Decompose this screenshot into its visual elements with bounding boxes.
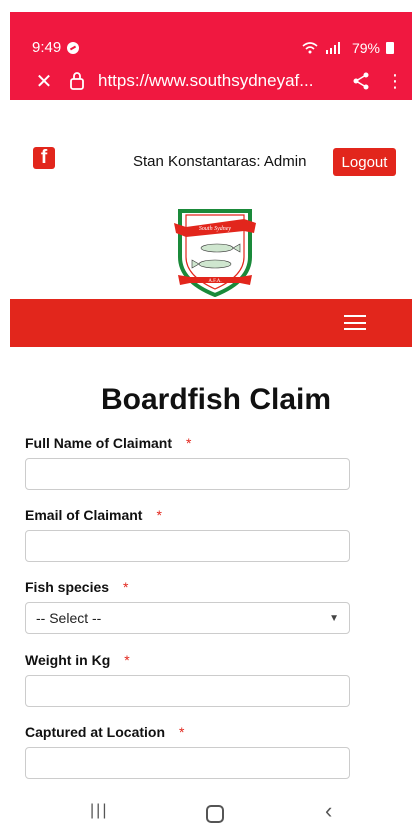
weight-input[interactable] xyxy=(25,675,350,707)
location-label: Captured at Location * xyxy=(25,724,184,740)
full-name-label: Full Name of Claimant * xyxy=(25,435,191,451)
email-label: Email of Claimant * xyxy=(25,507,162,523)
battery-percent: 79% xyxy=(351,40,380,56)
location-input[interactable] xyxy=(25,747,350,779)
chevron-down-icon: ▼ xyxy=(329,612,339,624)
logo-text-bottom: A.F.A. xyxy=(208,279,221,284)
fish-species-selected-value: -- Select -- xyxy=(36,610,102,626)
fish-species-label: Fish species * xyxy=(25,579,129,595)
email-label-text: Email of Claimant xyxy=(25,507,143,523)
required-marker: * xyxy=(179,724,185,740)
more-options-icon[interactable]: ⋮ xyxy=(386,71,404,92)
logout-button[interactable]: Logout xyxy=(333,148,396,176)
required-marker: * xyxy=(123,579,129,595)
home-icon[interactable] xyxy=(206,805,224,823)
full-name-input[interactable] xyxy=(25,458,350,490)
logo-text-top: South Sydney xyxy=(199,226,231,232)
close-icon[interactable]: ✕ xyxy=(34,69,54,94)
required-marker: * xyxy=(156,507,162,523)
fish-species-label-text: Fish species xyxy=(25,579,110,595)
required-marker: * xyxy=(186,435,192,451)
fish-species-select[interactable]: -- Select -- ▼ xyxy=(25,602,350,634)
email-input[interactable] xyxy=(25,530,350,562)
messenger-icon xyxy=(67,41,80,54)
signal-icon xyxy=(325,42,340,54)
facebook-icon[interactable]: f xyxy=(33,147,55,169)
lock-icon[interactable] xyxy=(68,72,86,90)
status-bar: 9:49 79% xyxy=(10,12,412,62)
hamburger-menu-icon[interactable] xyxy=(344,315,366,330)
android-nav-bar: ||| ‹ xyxy=(0,796,412,832)
weight-label: Weight in Kg * xyxy=(25,652,130,668)
recent-apps-icon[interactable]: ||| xyxy=(90,802,108,820)
browser-url-bar: ✕ https://www.southsydneyaf... ⋮ xyxy=(10,62,412,100)
location-label-text: Captured at Location xyxy=(25,724,166,740)
battery-icon xyxy=(386,42,394,54)
admin-user-name: Stan Konstantaras: Admin xyxy=(133,153,307,170)
page-title: Boardfish Claim xyxy=(100,383,332,416)
full-name-label-text: Full Name of Claimant xyxy=(25,435,173,451)
club-logo[interactable]: South Sydney A.F.A. xyxy=(170,205,260,298)
required-marker: * xyxy=(124,652,130,668)
status-time: 9:49 xyxy=(32,39,62,56)
wifi-icon xyxy=(302,42,318,54)
share-icon[interactable] xyxy=(350,72,372,90)
back-icon[interactable]: ‹ xyxy=(325,798,332,824)
weight-label-text: Weight in Kg xyxy=(25,652,111,668)
url-text[interactable]: https://www.southsydneyaf... xyxy=(98,71,338,91)
main-nav-bar xyxy=(10,299,412,347)
